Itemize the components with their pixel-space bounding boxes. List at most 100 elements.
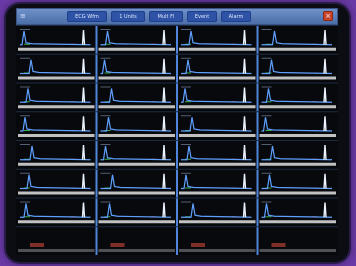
column-separator [95,226,98,255]
status-mark [24,43,30,45]
scale-tick [100,29,111,30]
status-mark [185,101,191,103]
scale-tick [20,172,30,174]
status-mark [24,216,30,218]
column-separator [95,168,98,198]
status-mark [110,243,125,247]
column-separator [176,226,178,255]
scale-tick [100,144,111,145]
scale-tick [261,57,272,59]
column-separator [95,197,98,227]
scale-tick [181,144,191,145]
scale-tick [20,201,30,203]
status-mark [24,130,30,131]
column-separator [95,82,98,112]
close-button[interactable]: × [323,11,333,21]
scale-tick [261,201,272,203]
tab-units[interactable]: 1 Units [111,11,145,22]
scale-tick [261,144,272,145]
panel-baseline [18,162,95,166]
scale-tick [20,86,30,88]
panel-baseline [179,162,256,166]
panel-baseline [259,162,336,166]
row-divider [16,111,338,113]
panel-baseline [179,134,256,137]
waveform-canvas [16,25,338,255]
status-mark [104,158,111,160]
panel-baseline [98,249,175,252]
panel-baseline [259,105,336,109]
panel-baseline [259,134,336,137]
scale-tick [181,86,191,88]
panel-baseline [98,191,175,195]
panel-baseline [18,47,95,51]
status-mark [271,243,286,247]
row-divider [16,25,338,26]
panel-baseline [259,47,336,51]
scale-tick [261,29,272,30]
panel-baseline [179,76,256,80]
column-separator [176,168,178,198]
column-separator [176,140,178,169]
scale-tick [100,57,111,59]
panel-baseline [18,76,95,80]
row-divider [16,226,338,228]
scale-tick [20,144,30,145]
column-separator [176,197,178,227]
monitor-screen: ≡ ECG Wfm 1 Units Mult Fl Event Alarm × [6,4,349,262]
row-divider [16,140,338,141]
panel-baseline [98,76,175,80]
tab-multi-field[interactable]: Mult Fl [149,11,183,22]
column-separator [256,82,259,112]
panel-baseline [98,162,175,166]
column-separator [256,111,259,140]
waveform-grid [16,25,338,255]
panel-baseline [98,134,175,137]
panel-baseline [98,220,175,224]
scale-tick [100,201,111,203]
column-separator [256,140,259,169]
scale-tick [20,29,30,30]
column-separator [176,82,178,112]
panel-baseline [98,47,175,51]
scale-tick [100,172,111,174]
menu-icon[interactable]: ≡ [20,12,29,21]
tab-alarm[interactable]: Alarm [221,11,251,22]
column-separator [176,53,178,83]
panel-baseline [18,105,95,109]
panel-baseline [18,134,95,137]
tab-event[interactable]: Event [187,11,217,22]
status-mark [185,187,191,189]
panel-baseline [98,105,175,109]
panel-baseline [259,191,336,195]
panel-baseline [179,191,256,195]
panel-baseline [179,47,256,51]
column-separator [176,111,178,140]
column-separator [95,53,98,83]
status-mark [30,243,44,247]
scale-tick [181,115,191,117]
column-separator [95,111,98,140]
column-separator [95,25,98,54]
tab-ecg-waveform[interactable]: ECG Wfm [67,11,107,22]
column-separator [256,226,259,255]
scale-tick [100,115,111,117]
panel-baseline [259,249,336,252]
status-mark [265,216,272,218]
row-divider [16,82,338,84]
window-titlebar: ≡ ECG Wfm 1 Units Mult Fl Event Alarm × [16,8,338,25]
panel-baseline [259,76,336,80]
status-mark [191,243,205,247]
scale-tick [181,29,191,30]
scale-tick [261,172,272,174]
column-separator [176,25,178,54]
status-mark [265,130,272,131]
scale-tick [261,86,272,88]
panel-baseline [18,191,95,195]
scale-tick [100,86,111,88]
scale-tick [20,115,30,117]
scale-tick [181,57,191,59]
panel-baseline [18,249,95,252]
column-separator [256,53,259,83]
scale-tick [181,172,191,174]
